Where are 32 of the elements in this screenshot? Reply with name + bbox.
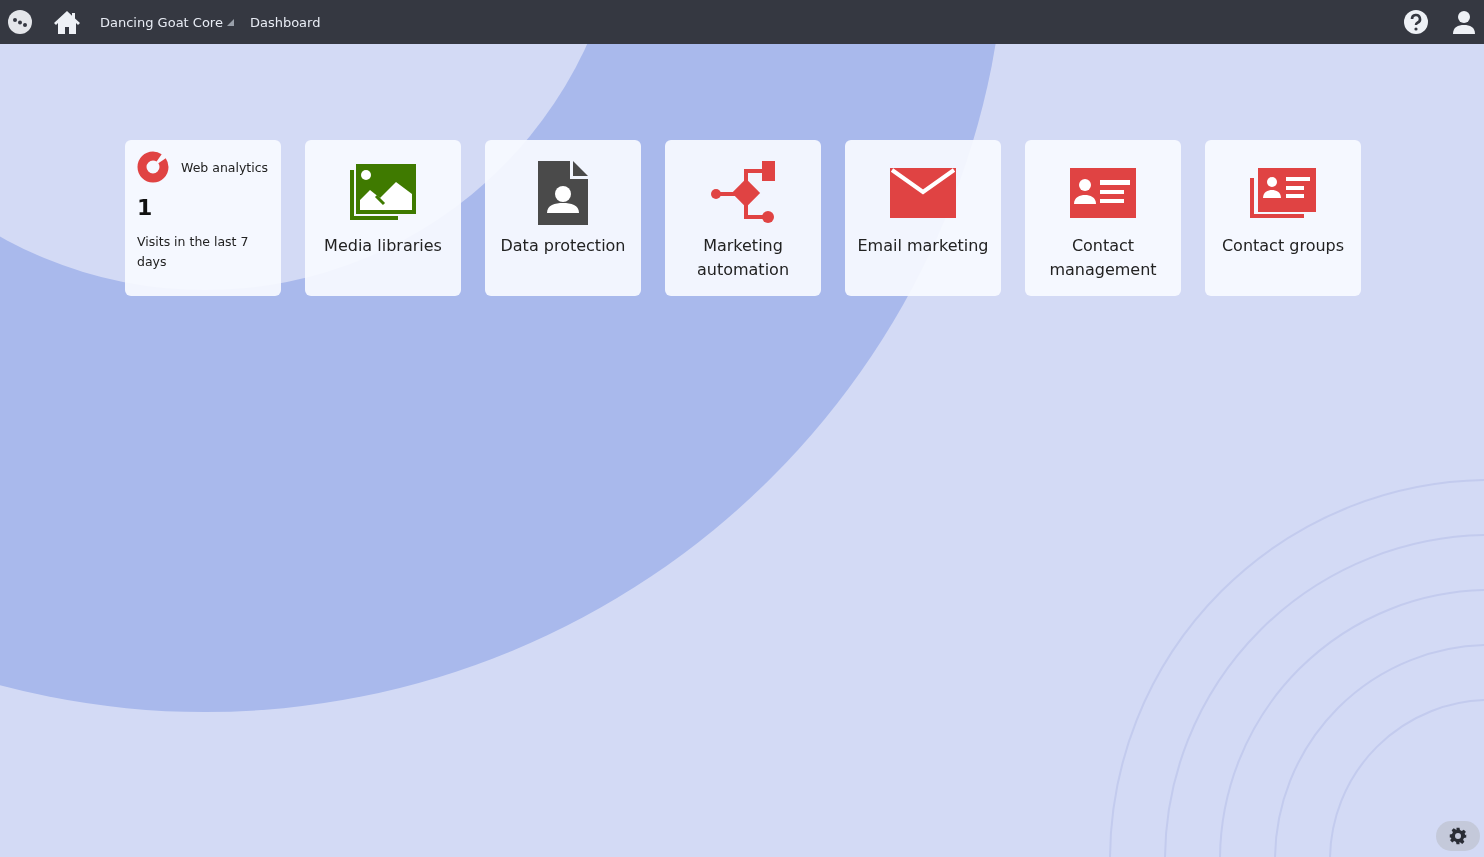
app-label: Contact groups (1220, 235, 1346, 257)
document-person-icon (538, 161, 588, 225)
donut-chart-icon (137, 151, 169, 183)
envelope-icon (890, 168, 956, 218)
app-label: Contact management (1048, 235, 1158, 281)
workflow-icon (710, 161, 776, 225)
app-tile[interactable]: Marketing automation (665, 140, 821, 296)
app-tile[interactable]: Contact management (1025, 140, 1181, 296)
visits-count: 1 (137, 195, 154, 220)
settings-icon (1449, 827, 1467, 845)
user-icon[interactable] (1452, 10, 1476, 34)
help-icon[interactable] (1404, 10, 1428, 34)
caret-icon (226, 18, 234, 26)
app-tile[interactable]: Contact groups (1205, 140, 1361, 296)
image-gallery-icon (350, 164, 416, 222)
breadcrumb-link[interactable]: Dashboard (249, 14, 321, 30)
contact-card-icon (1070, 168, 1136, 218)
contact-cards-icon (1250, 168, 1316, 218)
widget-title: Web analytics (181, 159, 269, 175)
app-tile[interactable]: Data protection (485, 140, 641, 296)
app-label: Media libraries (323, 235, 443, 257)
app-label: Email marketing (856, 235, 990, 257)
app-tile[interactable]: Media libraries (305, 140, 461, 296)
analytics-tile[interactable]: Web analytics 1 Visits in the last 7 days (125, 140, 281, 296)
app-label: Data protection (499, 235, 627, 257)
visits-caption: Visits in the last 7 days (137, 233, 250, 271)
home-icon[interactable] (54, 10, 80, 34)
app-tile[interactable]: Email marketing (845, 140, 1001, 296)
app-label: Marketing automation (695, 235, 790, 281)
settings-button[interactable] (1436, 821, 1480, 851)
site-selector[interactable]: Dancing Goat Core (100, 14, 234, 30)
logo-icon[interactable] (8, 10, 32, 34)
